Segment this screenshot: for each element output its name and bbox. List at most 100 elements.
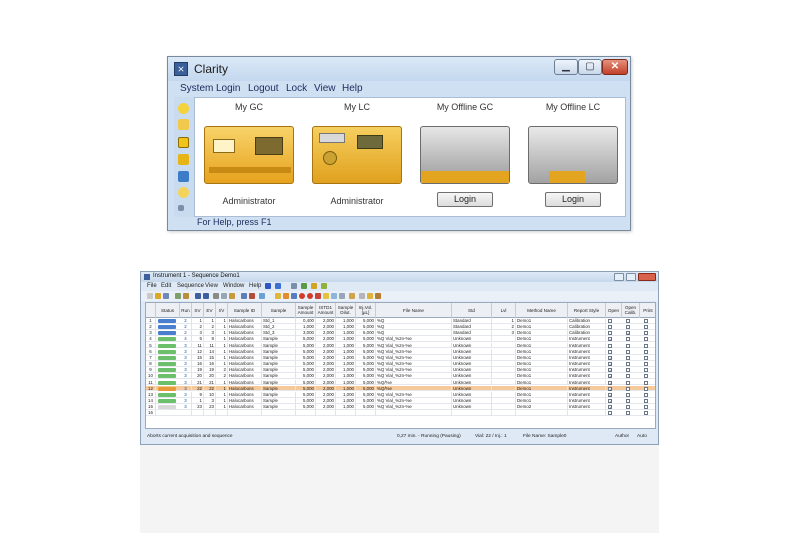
cell-ev[interactable]: 15 bbox=[204, 354, 216, 361]
cell-lvl[interactable] bbox=[492, 397, 516, 404]
filter-icon[interactable] bbox=[323, 293, 329, 299]
print-checkbox[interactable] bbox=[644, 392, 648, 397]
cell-sample-dilution[interactable]: 1,000 bbox=[336, 348, 356, 355]
cell-std[interactable]: Standard bbox=[452, 318, 492, 324]
folder-icon[interactable] bbox=[178, 137, 189, 148]
cell-sv[interactable]: 20 bbox=[192, 373, 204, 380]
cell-ev[interactable]: 22 bbox=[204, 385, 216, 392]
cell-sv[interactable]: 5 bbox=[192, 336, 204, 343]
cell-sample-dilution[interactable]: 1,000 bbox=[336, 361, 356, 367]
open-checkbox[interactable] bbox=[608, 319, 612, 323]
table-row[interactable]: 8 3 16 16 1 Halocarbons Sample 5,000 2,000 1,000 5… bbox=[146, 361, 655, 367]
open-checkbox[interactable]: ✓ bbox=[608, 355, 612, 360]
audit-icon[interactable] bbox=[321, 283, 327, 289]
run-icon[interactable] bbox=[275, 293, 281, 299]
save-icon[interactable] bbox=[163, 293, 169, 299]
seq-menu-window[interactable]: Window bbox=[223, 283, 244, 289]
cell-sample-dilution[interactable]: 1,000 bbox=[336, 336, 356, 343]
cell-sample[interactable]: Sample bbox=[262, 354, 296, 361]
cell-row-number[interactable]: 5 bbox=[146, 342, 156, 349]
cell-iv[interactable]: 1 bbox=[216, 385, 228, 392]
sequence-close-button[interactable] bbox=[638, 273, 656, 281]
cell-sample-dilution[interactable]: 1,000 bbox=[336, 373, 356, 380]
cell-sample-amount[interactable]: 5,000 bbox=[296, 336, 316, 343]
cell-sample-id[interactable]: Halocarbons bbox=[228, 354, 262, 361]
cell-inj-vol[interactable]: 5,000 bbox=[356, 391, 376, 398]
cell-sv[interactable]: 21 bbox=[192, 379, 204, 386]
cell-file-name[interactable]: %Q/%e bbox=[376, 379, 452, 386]
cell-iv[interactable]: 1 bbox=[216, 379, 228, 386]
table-row[interactable]: 14 3 1 3 1 Halocarbons Sample 5,000 2,000 1,000 5,… bbox=[146, 397, 655, 404]
cell-sv[interactable]: 22 bbox=[192, 385, 204, 392]
cell-iv[interactable]: 1 bbox=[216, 397, 228, 404]
lightbulb-icon[interactable] bbox=[178, 103, 189, 114]
header-sample[interactable]: Sample bbox=[262, 303, 296, 318]
cell-sample[interactable]: Sample bbox=[262, 348, 296, 355]
cell-run[interactable]: 3 bbox=[180, 342, 192, 349]
seq-menu-view[interactable]: View bbox=[205, 283, 218, 289]
print-icon[interactable] bbox=[175, 293, 181, 299]
cell-sample-amount[interactable]: 5,000 bbox=[296, 342, 316, 349]
cell-sample[interactable]: Std_3 bbox=[262, 330, 296, 337]
header-sv[interactable]: SV bbox=[192, 303, 204, 318]
cell-sample[interactable]: Sample bbox=[262, 361, 296, 367]
cell-inj-vol[interactable]: 5,000 bbox=[356, 361, 376, 367]
cell-std[interactable]: Unknown bbox=[452, 379, 492, 386]
menu-view[interactable]: View bbox=[314, 83, 336, 94]
cell-lvl[interactable] bbox=[492, 361, 516, 367]
open-calib-checkbox[interactable] bbox=[626, 343, 630, 348]
cell-sample-amount[interactable]: 1,000 bbox=[296, 324, 316, 330]
cell-istd1-amount[interactable]: 2,000 bbox=[316, 385, 336, 392]
cell-sample[interactable]: Sample bbox=[262, 373, 296, 380]
print-preview-icon[interactable] bbox=[183, 293, 189, 299]
cell-sample-id[interactable]: Halocarbons bbox=[228, 379, 262, 386]
cell-istd1-amount[interactable]: 2,000 bbox=[316, 330, 336, 337]
cell-sample-amount[interactable]: 5,000 bbox=[296, 385, 316, 392]
cell-sv[interactable]: 2 bbox=[192, 324, 204, 330]
cell-sample[interactable]: Sample bbox=[262, 336, 296, 343]
print-checkbox[interactable] bbox=[644, 374, 648, 379]
cell-sv[interactable]: 23 bbox=[192, 404, 204, 410]
cell-report-style[interactable]: Instrument bbox=[568, 367, 606, 373]
cell-run[interactable]: 3 bbox=[180, 404, 192, 410]
header-inj-vol[interactable]: Inj.Vol. [µL] bbox=[356, 303, 376, 318]
cell-lvl[interactable] bbox=[492, 373, 516, 380]
cell-report-style[interactable]: Instrument bbox=[568, 397, 606, 404]
cell-sample[interactable]: Sample bbox=[262, 404, 296, 410]
cell-run[interactable]: 3 bbox=[180, 354, 192, 361]
print-checkbox[interactable] bbox=[644, 355, 648, 360]
seq-menu-file[interactable]: File bbox=[147, 283, 157, 289]
cell-sample-dilution[interactable]: 1,000 bbox=[336, 397, 356, 404]
cell-iv[interactable]: 1 bbox=[216, 318, 228, 324]
seq-menu-edit[interactable]: Edit bbox=[161, 283, 171, 289]
maximize-button[interactable]: ▢ bbox=[578, 59, 602, 75]
cell-method-name[interactable]: Demo1 bbox=[516, 354, 568, 361]
new-icon[interactable] bbox=[147, 293, 153, 299]
cell-row-number[interactable]: 1 bbox=[146, 318, 156, 324]
cell-row-number[interactable]: 13 bbox=[146, 391, 156, 398]
cell-row-number[interactable]: 7 bbox=[146, 354, 156, 361]
help-icon[interactable] bbox=[178, 187, 189, 198]
cell-sample-id[interactable]: Halocarbons bbox=[228, 324, 262, 330]
chevron-right-icon[interactable] bbox=[178, 205, 184, 211]
cell-sample[interactable]: Std_2 bbox=[262, 324, 296, 330]
header-lvl[interactable]: Lvl bbox=[492, 303, 516, 318]
cell-run[interactable]: 2 bbox=[180, 324, 192, 330]
print-checkbox[interactable] bbox=[644, 405, 648, 410]
lc-instrument-icon[interactable] bbox=[312, 126, 402, 184]
cell-sv[interactable]: 1 bbox=[192, 397, 204, 404]
open-calib-checkbox[interactable] bbox=[626, 380, 630, 385]
cell-lvl[interactable] bbox=[492, 379, 516, 386]
open-calib-checkbox[interactable]: ✓ bbox=[626, 331, 630, 336]
cell-sample-dilution[interactable]: 1,000 bbox=[336, 385, 356, 392]
cell-file-name[interactable]: %Q bbox=[376, 318, 452, 324]
open-checkbox[interactable] bbox=[608, 343, 612, 348]
funnel-icon[interactable] bbox=[331, 293, 337, 299]
cell-sample[interactable]: Std_1 bbox=[262, 318, 296, 324]
snapshot-icon[interactable] bbox=[291, 293, 297, 299]
cell-sample[interactable]: Sample bbox=[262, 391, 296, 398]
close-button[interactable]: ✕ bbox=[602, 59, 628, 75]
cell-std[interactable]: Unknown bbox=[452, 336, 492, 343]
cell-lvl[interactable] bbox=[492, 367, 516, 373]
cell-sample-dilution[interactable]: 1,000 bbox=[336, 391, 356, 398]
